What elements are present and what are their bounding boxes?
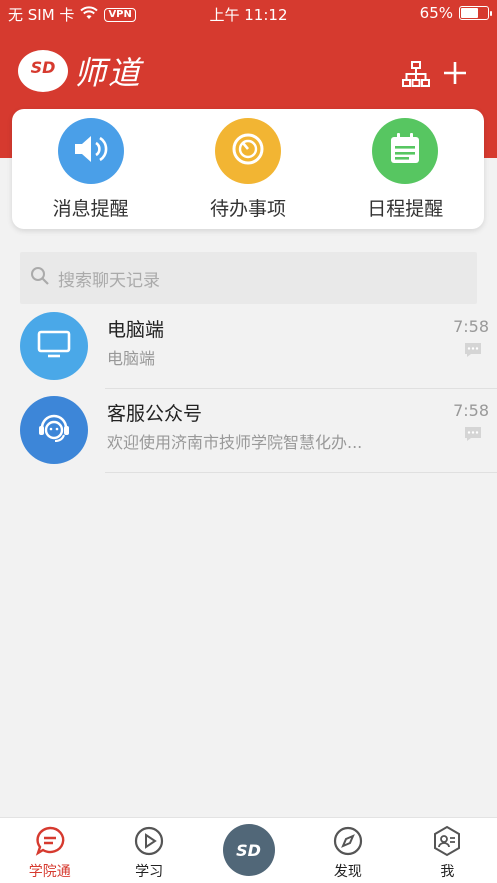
conversation-item-customer-service[interactable]: 客服公众号 欢迎使用济南市技师学院智慧化办... 7:58 [0,389,497,473]
nav-item-center[interactable]: SD [199,818,298,883]
shortcut-circle [372,117,439,184]
nav-item-discover[interactable]: 发现 [298,818,397,883]
app-header: SD 师道 [0,40,497,110]
conversation-item-desktop[interactable]: 电脑端 电脑端 7:58 [0,305,497,389]
add-icon[interactable] [440,60,470,90]
conversation-preview: 欢迎使用济南市技师学院智慧化办... [107,433,363,452]
shortcut-label: 日程提醒 [367,197,444,220]
chat-icon [34,825,66,857]
conversation-title: 客服公众号 [107,403,203,425]
nav-center-badge-text: SD [236,840,261,860]
nav-label: 学院通 [28,864,71,880]
avatar [20,396,88,464]
nav-label: 发现 [333,864,362,880]
message-bubble-icon [463,425,483,447]
conversation-preview: 电脑端 [107,349,156,368]
shortcut-message-reminder[interactable]: 消息提醒 [26,117,156,221]
search-placeholder: 搜索聊天记录 [58,270,160,291]
clock: 上午 11:12 [209,6,288,24]
search-icon [30,266,58,291]
logo-badge: SD [18,50,68,92]
monitor-icon [37,329,71,363]
support-agent-icon [34,408,74,452]
sd-logo-icon: SD [222,824,275,876]
play-icon [133,825,165,857]
shortcut-label: 待办事项 [209,197,286,220]
shortcut-circle [57,117,124,184]
conversation-time: 7:58 [453,317,489,336]
shortcut-card: 消息提醒 待办事项 日程提醒 [12,109,484,229]
divider [105,472,497,473]
battery-percent: 65% [419,4,453,22]
nav-item-study[interactable]: 学习 [99,818,198,883]
battery-icon [459,6,492,20]
shortcut-label: 消息提醒 [52,197,129,220]
shortcut-schedule[interactable]: 日程提醒 [340,117,470,221]
profile-icon [431,825,463,857]
message-bubble-icon [463,341,483,363]
logo-badge-text: SD [30,58,56,77]
nav-item-me[interactable]: 我 [398,818,497,883]
logo-text: 师道 [74,54,143,92]
avatar [20,312,88,380]
timer-icon [229,130,267,172]
calendar-icon [386,130,424,172]
speaker-icon [71,132,111,170]
nav-label: 我 [440,864,455,880]
compass-icon [332,825,364,857]
conversation-title: 电脑端 [107,319,165,341]
conversation-time: 7:58 [453,401,489,420]
nav-item-college[interactable]: 学院通 [0,818,99,883]
status-bar: 无 SIM 卡 VPN 上午 11:12 65% [0,0,497,28]
org-chart-icon[interactable] [402,60,432,90]
nav-label: 学习 [135,864,164,880]
shortcut-circle [214,117,281,184]
shortcut-todo[interactable]: 待办事项 [183,117,313,221]
app-logo: SD 师道 [18,48,142,94]
bottom-nav: 学院通 学习 SD 发现 我 [0,817,497,883]
search-input[interactable]: 搜索聊天记录 [20,252,477,304]
